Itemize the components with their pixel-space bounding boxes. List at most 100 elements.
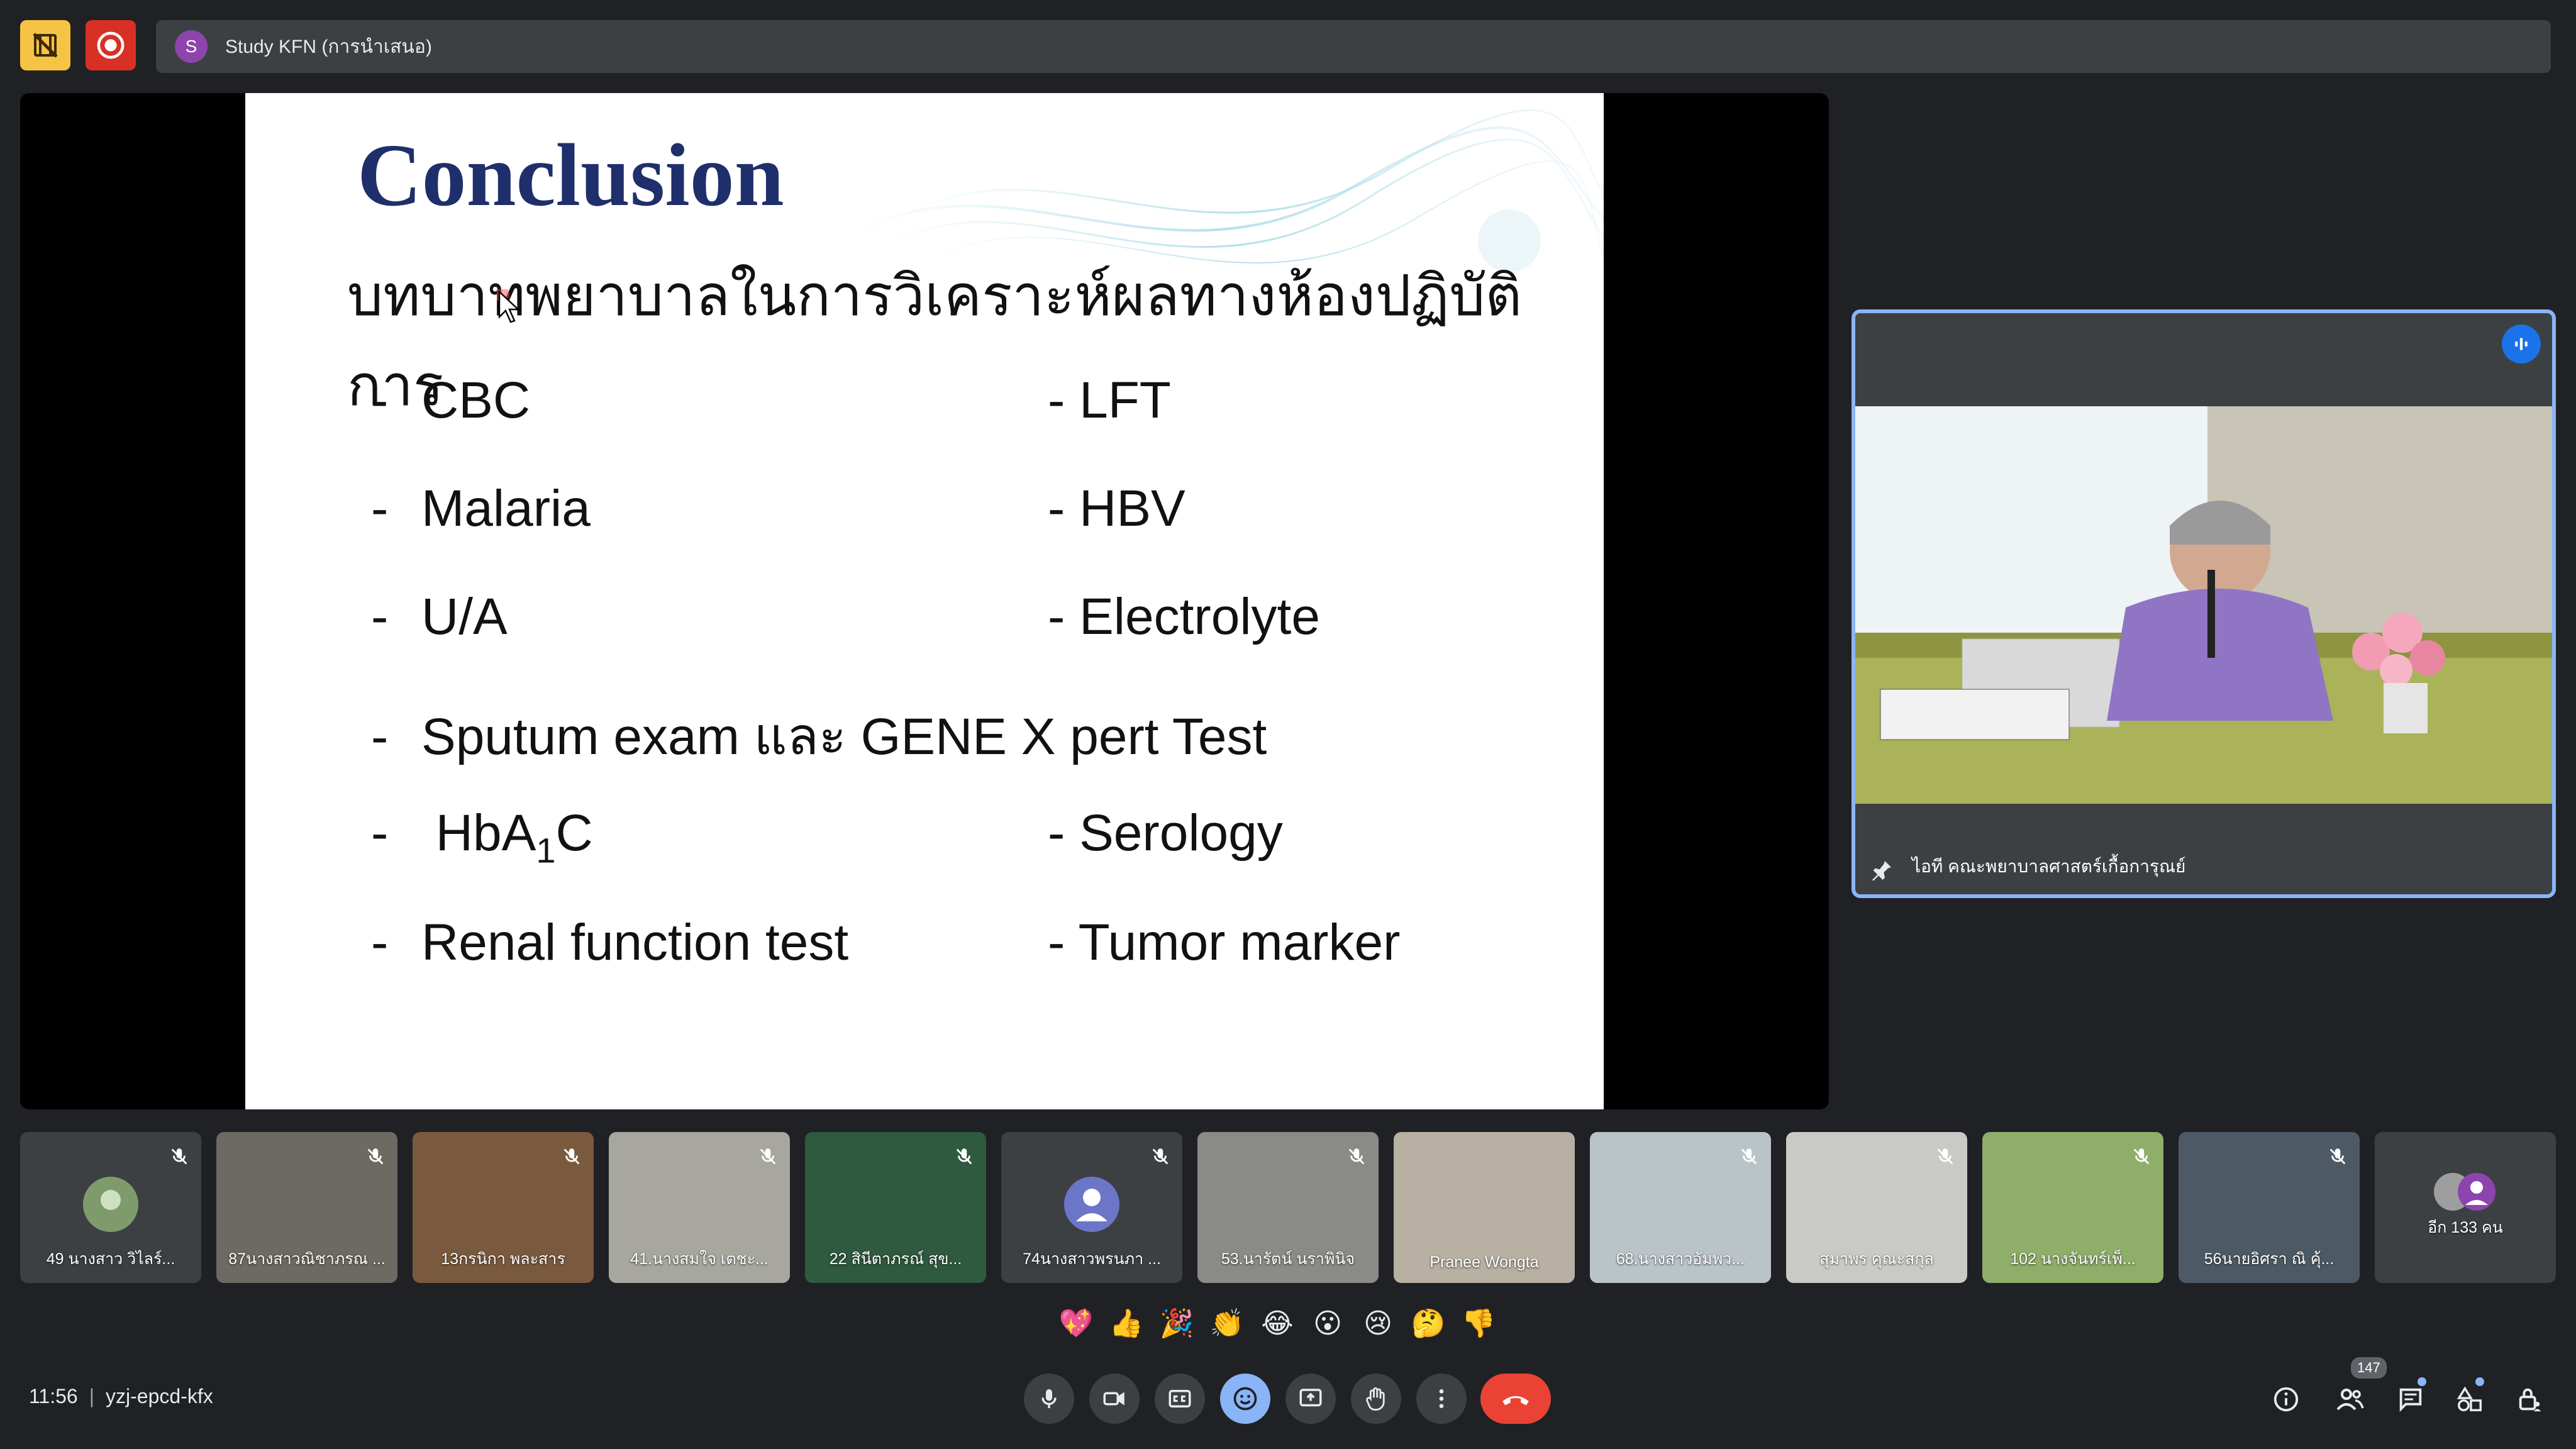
mic-off-icon: [1741, 1148, 1757, 1165]
participant-avatars-icon: [2434, 1173, 2496, 1211]
closed-captions-icon: [1169, 1390, 1191, 1407]
participant-name: 22 สินีตาภรณ์ สุข...: [829, 1250, 962, 1268]
mic-off-icon: [564, 1148, 580, 1165]
participant-tile[interactable]: 53.นารัตน์ นราพินิจ: [1197, 1132, 1379, 1283]
participant-tile[interactable]: 74นางสาวพรนภา ...: [1001, 1132, 1182, 1283]
speaking-indicator-icon: [2502, 325, 2541, 364]
participant-name: 102 นางจันทร์เพ็...: [2010, 1250, 2136, 1268]
mic-off-icon: [367, 1148, 384, 1165]
lock-person-icon: [2519, 1388, 2541, 1412]
bullet-ua: - U/A: [371, 588, 508, 645]
phone-hangup-icon: [1502, 1396, 1529, 1406]
pinned-speaker-tile[interactable]: ไอที คณะพยาบาลศาสตร์เกื้อการุณย์: [1852, 309, 2556, 898]
speaker-video-scene: [1855, 406, 2552, 804]
video-camera-icon: [1103, 1392, 1124, 1406]
reaction-laugh[interactable]: 😂: [1258, 1304, 1297, 1343]
bullet-lft: - LFT: [1048, 372, 1171, 429]
participant-tile[interactable]: สุมาพร คุณะสกุล: [1786, 1132, 1967, 1283]
chat-button[interactable]: [2389, 1377, 2433, 1421]
reaction-sad[interactable]: 😢: [1358, 1304, 1397, 1343]
more-options-button[interactable]: [1416, 1374, 1467, 1424]
meeting-details-button[interactable]: [2264, 1377, 2308, 1421]
microphone-icon: [1041, 1389, 1057, 1408]
participant-avatar: [83, 1177, 138, 1232]
bullet-serology: - Serology: [1048, 804, 1283, 862]
present-screen-button[interactable]: [1285, 1374, 1336, 1424]
recording-indicator-button[interactable]: [86, 20, 136, 70]
hand-icon: [1366, 1387, 1385, 1411]
no-captions-indicator-button[interactable]: [20, 20, 70, 70]
bullet-sputum: - Sputum exam และ GENE X pert Test: [371, 708, 1267, 765]
participant-tile[interactable]: 13กรนิกา พละสาร: [413, 1132, 594, 1283]
bullet-hbv: - HBV: [1048, 480, 1185, 537]
participant-tile[interactable]: Pranee Wongta: [1394, 1132, 1575, 1283]
bullet-malaria: - Malaria: [371, 480, 591, 537]
reaction-surprised[interactable]: 😮: [1308, 1304, 1347, 1343]
raise-hand-button[interactable]: [1351, 1374, 1401, 1424]
participant-tile[interactable]: 22 สินีตาภรณ์ สุข...: [805, 1132, 986, 1283]
activities-notification-dot: [2475, 1377, 2484, 1386]
film-off-icon: [33, 33, 58, 58]
clock-time: 11:56: [29, 1385, 78, 1407]
participant-tile[interactable]: 56นายอิศรา ณิ คุ้...: [2179, 1132, 2360, 1283]
people-icon: [2336, 1389, 2364, 1411]
speaker-name: ไอที คณะพยาบาลศาสตร์เกื้อการุณย์: [1912, 857, 2186, 876]
presentation-stage[interactable]: Conclusion บทบาทพยาบาลในการวิเคราะห์ผลทา…: [20, 93, 1829, 1109]
participant-name: 87นางสาวณิชาภรณ ...: [228, 1250, 386, 1268]
info-icon: [2273, 1387, 2299, 1412]
reaction-bar: 💖 👍 🎉 👏 😂 😮 😢 🤔 👎: [1057, 1299, 1498, 1347]
bullet-hba1c: - HbA1C: [371, 804, 593, 870]
participant-tile[interactable]: 68.นางสาวอัมพว...: [1590, 1132, 1771, 1283]
participant-tile[interactable]: 49 นางสาว วิไลร์...: [20, 1132, 201, 1283]
reaction-clap[interactable]: 👏: [1208, 1304, 1246, 1343]
participant-name: 49 นางสาว วิไลร์...: [46, 1250, 175, 1268]
participant-tile[interactable]: 41.นางสมใจ เตชะ...: [609, 1132, 790, 1283]
participant-name: 13กรนิกา พละสาร: [441, 1250, 565, 1268]
participant-name: 74นางสาวพรนภา ...: [1023, 1250, 1161, 1268]
chat-notification-dot: [2418, 1377, 2426, 1386]
slide-title: Conclusion: [357, 125, 784, 225]
leave-call-button[interactable]: [1480, 1374, 1551, 1424]
reaction-thinking[interactable]: 🤔: [1409, 1304, 1448, 1343]
meeting-title-bar[interactable]: S Study KFN (การนำเสนอ): [156, 20, 2551, 73]
participant-tile[interactable]: 87นางสาวณิชาภรณ ...: [216, 1132, 397, 1283]
people-button[interactable]: [2328, 1377, 2372, 1421]
slide-subtitle: บทบาทพยาบาลในการวิเคราะห์ผลทางห้องปฏิบัต…: [347, 263, 1522, 419]
meeting-title: Study KFN (การนำเสนอ): [225, 36, 432, 57]
more-participants-tile[interactable]: อีก 133 คน: [2375, 1132, 2556, 1283]
mic-off-icon: [956, 1148, 972, 1165]
presenter-avatar: S: [175, 30, 208, 63]
record-icon: [97, 31, 125, 59]
mic-off-icon: [2329, 1148, 2346, 1165]
participant-count-badge: 147: [2351, 1357, 2387, 1379]
bullet-tumor-marker: - Tumor marker: [1048, 914, 1401, 971]
reactions-button[interactable]: [1220, 1374, 1270, 1424]
reaction-thumbs-down[interactable]: 👎: [1459, 1304, 1498, 1343]
participant-name: สุมาพร คุณะสกุล: [1819, 1250, 1934, 1268]
reaction-party[interactable]: 🎉: [1157, 1304, 1196, 1343]
mic-off-icon: [2133, 1148, 2150, 1165]
reaction-thumbs-up[interactable]: 👍: [1107, 1304, 1146, 1343]
shapes-icon: [2457, 1386, 2482, 1411]
mic-off-icon: [1152, 1148, 1169, 1165]
participant-tile[interactable]: 102 นางจันทร์เพ็...: [1982, 1132, 2163, 1283]
presentation-slide: Conclusion บทบาทพยาบาลในการวิเคราะห์ผลทา…: [245, 93, 1604, 1109]
reaction-heart[interactable]: 💖: [1057, 1304, 1096, 1343]
participant-name: 53.นารัตน์ นราพินิจ: [1221, 1250, 1355, 1268]
mic-off-icon: [1937, 1148, 1953, 1165]
microphone-button[interactable]: [1024, 1374, 1074, 1424]
captions-button[interactable]: [1155, 1374, 1205, 1424]
pin-icon[interactable]: [1869, 858, 1894, 883]
meeting-info: 11:56 | yzj-epcd-kfx: [29, 1385, 213, 1408]
participant-name: 56นายอิศรา ณิ คุ้...: [2204, 1250, 2334, 1268]
present-screen-icon: [1299, 1389, 1322, 1407]
bullet-cbc: - CBC: [371, 372, 531, 429]
more-vertical-icon: [1439, 1389, 1444, 1408]
mic-off-icon: [171, 1148, 187, 1165]
emoji-smile-icon: [1233, 1387, 1257, 1411]
activities-button[interactable]: [2448, 1377, 2492, 1421]
host-controls-button[interactable]: [2508, 1377, 2552, 1421]
mouse-cursor-icon: [497, 289, 521, 323]
camera-button[interactable]: [1089, 1374, 1140, 1424]
mic-off-icon: [760, 1148, 776, 1165]
